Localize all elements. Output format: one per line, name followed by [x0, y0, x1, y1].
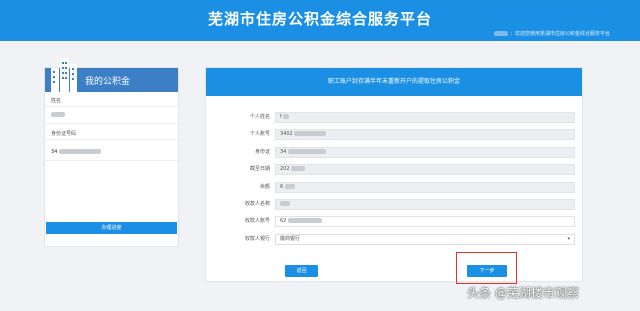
cutoff-date-label: 截至日期 — [249, 166, 270, 172]
payee-bank-label: 收款人银行 — [244, 236, 270, 242]
blurred-id — [58, 149, 101, 154]
progress-button[interactable]: 办理进度 — [46, 222, 177, 234]
personal-account-field: 3402 — [275, 129, 575, 140]
id-number-value: 34 — [51, 149, 101, 155]
divider — [45, 139, 178, 140]
name-value — [51, 112, 65, 118]
personal-name-label: 个人姓名 — [249, 114, 270, 120]
site-title: 芜湖市住房公积金综合服务平台 — [207, 10, 432, 28]
select-caret-icon: ▾ — [567, 236, 570, 242]
building-icon — [51, 58, 77, 92]
welcome-text: ：欢迎您使用芜湖市住房公积金综合服务平台 — [494, 30, 610, 37]
watermark: 头条 @芜湖楼市观察 — [467, 286, 579, 300]
divider — [45, 123, 178, 124]
my-fund-title: 我的公积金 — [85, 77, 131, 87]
top-header: 芜湖市住房公积金综合服务平台 ：欢迎您使用芜湖市住房公积金综合服务平台 — [0, 0, 640, 41]
payee-bank-select[interactable]: 徽商银行 ▾ — [275, 234, 575, 245]
personal-name-field: f — [275, 112, 575, 123]
balance-label: 余额 — [259, 184, 270, 190]
back-button[interactable]: 返回 — [285, 265, 318, 277]
personal-account-label: 个人账号 — [249, 131, 270, 137]
blurred-name — [51, 112, 65, 117]
divider — [45, 106, 178, 107]
id-card-label: 身份证 — [254, 149, 270, 155]
withdrawal-form-panel: 职工账户封存满半年未重新开户的提取住房公积金 个人姓名 f 个人账号 3402 … — [205, 67, 583, 282]
cutoff-date-field: 202 — [275, 164, 575, 175]
name-label: 姓名 — [51, 98, 62, 104]
blurred-username — [494, 31, 509, 36]
balance-field: 6 — [275, 182, 575, 193]
my-fund-panel: 我的公积金 姓名 身份证号码 34 办理进度 — [44, 58, 179, 247]
form-heading: 职工账户封存满半年未重新开户的提取住房公积金 — [206, 68, 582, 96]
my-fund-header: 我的公积金 — [45, 58, 178, 92]
payee-name-label: 收款人名称 — [244, 201, 270, 207]
annotation-highlight-box — [456, 252, 517, 284]
payee-account-label: 收款人账号 — [244, 218, 270, 224]
payee-name-field — [275, 199, 575, 210]
id-card-field: 34 — [275, 147, 575, 158]
payee-account-input[interactable]: 62 — [275, 216, 575, 227]
divider — [45, 160, 178, 161]
id-number-label: 身份证号码 — [51, 131, 77, 137]
